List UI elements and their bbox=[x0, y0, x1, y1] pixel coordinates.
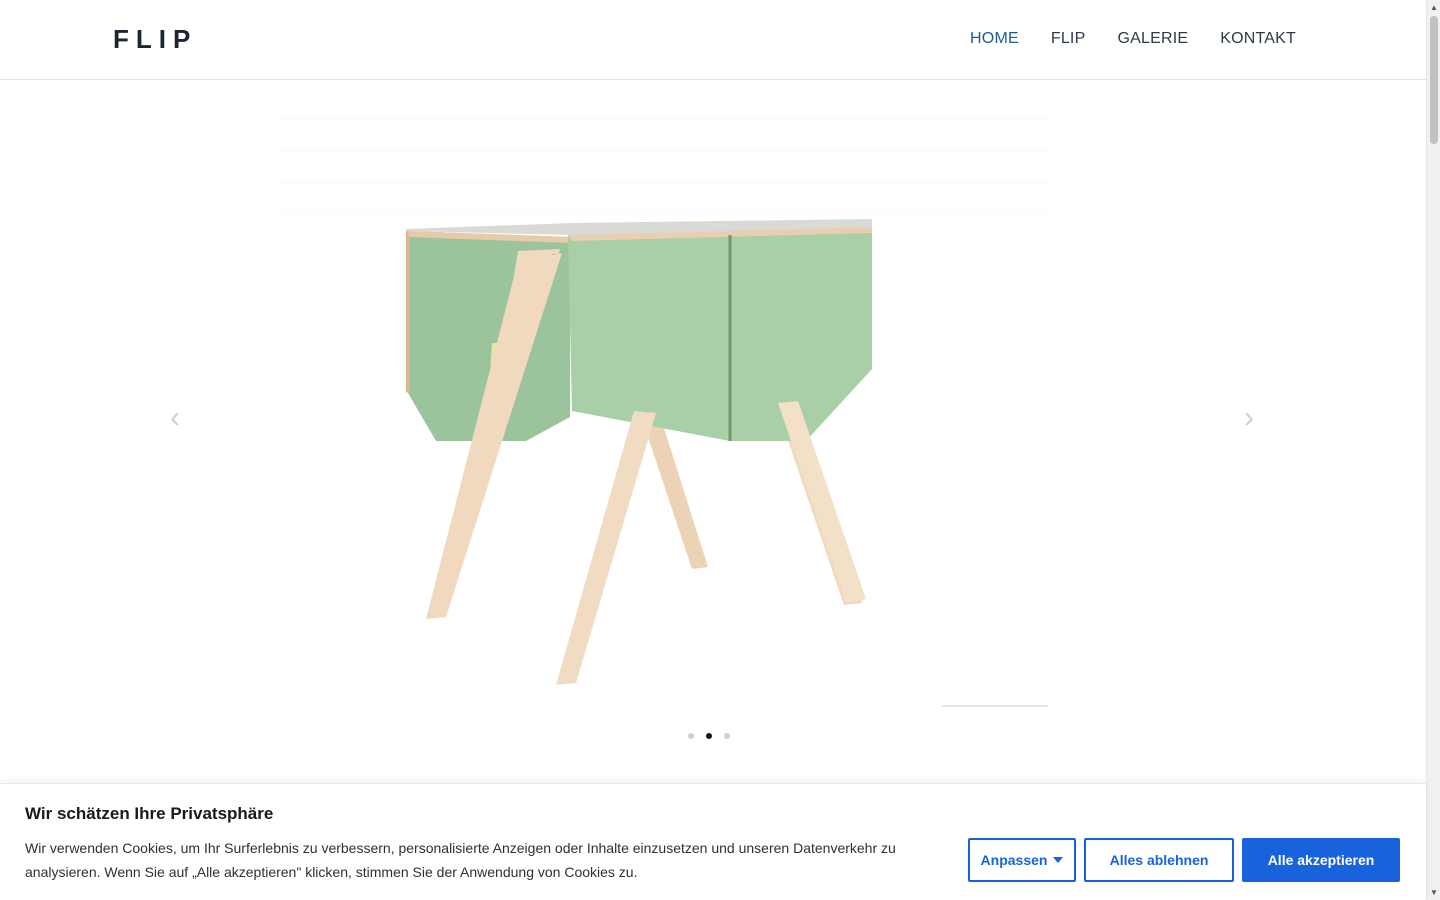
nav-item-kontakt[interactable]: KONTAKT bbox=[1220, 30, 1296, 48]
cookie-banner-title: Wir schätzen Ihre Privatsphäre bbox=[25, 804, 274, 823]
site-logo[interactable]: FLIP bbox=[113, 24, 197, 55]
nav-item-galerie[interactable]: GALERIE bbox=[1117, 30, 1188, 48]
caret-down-icon bbox=[1053, 857, 1064, 863]
slider-prev-chevron-left-icon[interactable]: ‹ bbox=[163, 403, 187, 433]
scroll-up-icon[interactable]: ▲ bbox=[1430, 3, 1438, 12]
slider-dot-3[interactable] bbox=[724, 733, 730, 739]
reject-all-button[interactable]: Alles ablehnen bbox=[1084, 838, 1234, 882]
slider-pagination bbox=[688, 733, 730, 739]
cookie-banner-text: Wir verwenden Cookies, um Ihr Surferlebn… bbox=[25, 840, 896, 880]
cookie-buttons: Anpassen Alles ablehnen Alle akzeptieren bbox=[968, 838, 1400, 882]
customize-button[interactable]: Anpassen bbox=[968, 838, 1076, 882]
customize-button-label: Anpassen bbox=[980, 852, 1048, 868]
slide-image-flip-table bbox=[278, 111, 1048, 709]
cookie-consent-banner: Wir schätzen Ihre Privatsphäre Wir verwe… bbox=[0, 783, 1426, 900]
accept-all-button[interactable]: Alle akzeptieren bbox=[1242, 838, 1400, 882]
slider-dot-1[interactable] bbox=[688, 733, 694, 739]
image-slider: ‹ › bbox=[0, 81, 1426, 761]
nav-item-flip[interactable]: FLIP bbox=[1051, 30, 1086, 48]
main-nav: HOME FLIP GALERIE KONTAKT bbox=[970, 30, 1296, 48]
site-header: FLIP HOME FLIP GALERIE KONTAKT bbox=[0, 0, 1426, 80]
page-scrollbar[interactable]: ▲ ▼ bbox=[1426, 0, 1440, 900]
nav-item-home[interactable]: HOME bbox=[970, 30, 1019, 48]
scroll-down-icon[interactable]: ▼ bbox=[1430, 888, 1438, 897]
slider-next-chevron-right-icon[interactable]: › bbox=[1237, 403, 1261, 433]
scrollbar-thumb[interactable] bbox=[1430, 16, 1438, 144]
slider-dot-2[interactable] bbox=[706, 733, 712, 739]
